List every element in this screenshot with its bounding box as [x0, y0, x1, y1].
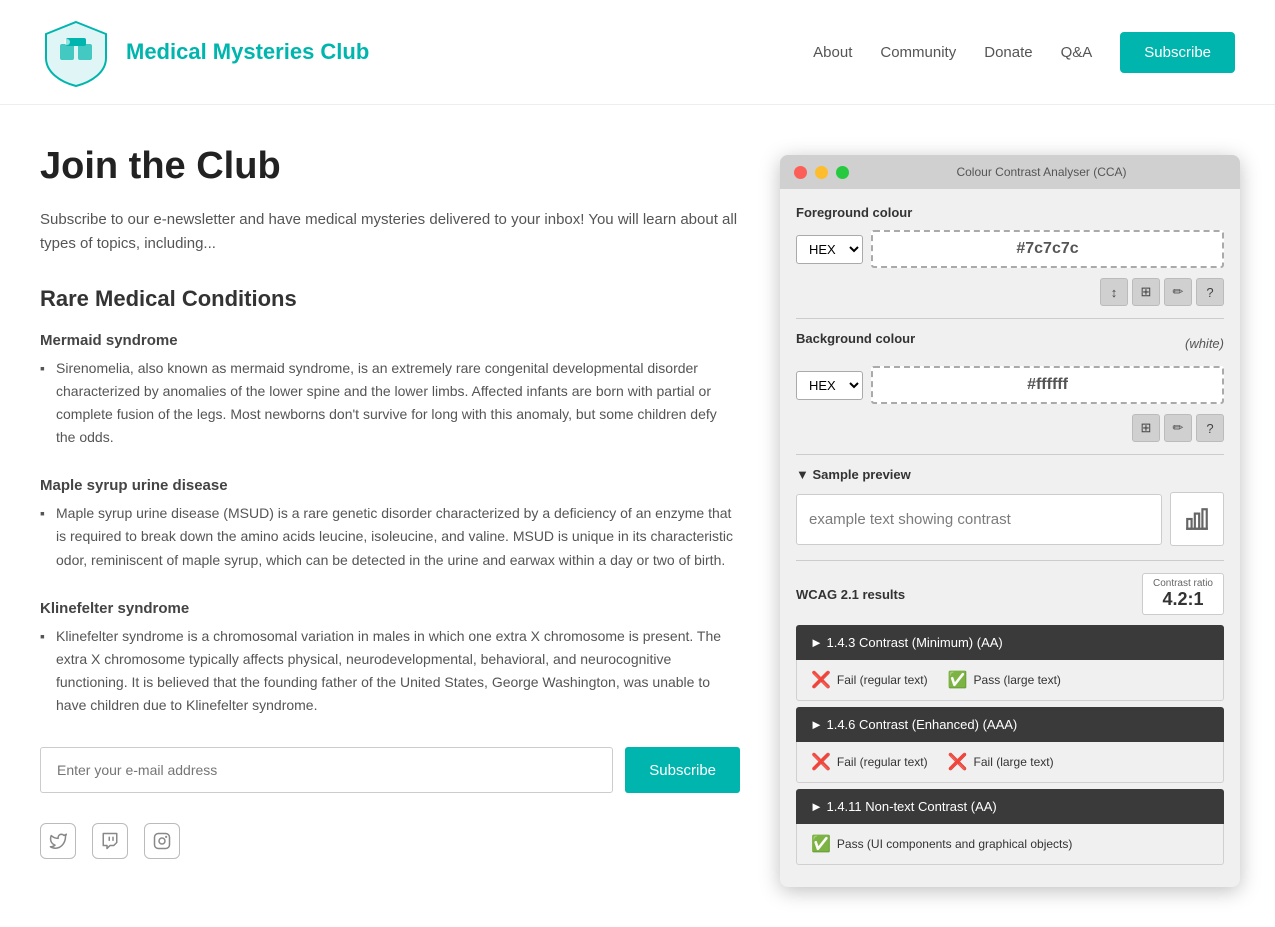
wcag-accordion-title-1: ► 1.4.6 Contrast (Enhanced) (AAA) — [810, 717, 1017, 732]
wcag-accordion-body-0: ❌ Fail (regular text) ✅ Pass (large text… — [796, 660, 1224, 701]
cca-column: Colour Contrast Analyser (CCA) Foregroun… — [780, 145, 1240, 887]
bg-label-row: Background colour (white) — [796, 331, 1224, 356]
logo-icon — [40, 16, 112, 88]
condition-name-1: Maple syrup urine disease — [40, 477, 740, 494]
traffic-light-yellow[interactable] — [815, 166, 828, 179]
condition-desc-2: Klinefelter syndrome is a chromosomal va… — [40, 625, 740, 717]
bg-label: Background colour — [796, 331, 915, 346]
contrast-ratio-value: 4.2:1 — [1162, 589, 1203, 609]
result-text-0-0: Fail (regular text) — [837, 673, 928, 687]
wcag-results-header: WCAG 2.1 results Contrast ratio 4.2:1 — [796, 573, 1224, 615]
wcag-accordion-header-1[interactable]: ► 1.4.6 Contrast (Enhanced) (AAA) — [796, 707, 1224, 742]
bg-format-select[interactable]: HEX RGB HSL — [796, 371, 863, 400]
intro-text: Subscribe to our e-newsletter and have m… — [40, 208, 740, 256]
nav-donate[interactable]: Donate — [984, 44, 1032, 61]
condition-mermaid: Mermaid syndrome Sirenomelia, also known… — [40, 332, 740, 449]
condition-maple: Maple syrup urine disease Maple syrup ur… — [40, 477, 740, 571]
sample-chart-button[interactable] — [1170, 492, 1224, 546]
condition-name-2: Klinefelter syndrome — [40, 600, 740, 617]
fg-tool-icons: ↕ ⊞ ✏ ? — [796, 278, 1224, 306]
wcag-accordion-title-0: ► 1.4.3 Contrast (Minimum) (AA) — [810, 635, 1003, 650]
result-text-1-1: Fail (large text) — [974, 755, 1054, 769]
pass-icon-2-0: ✅ — [811, 834, 831, 854]
wcag-accordion-header-2[interactable]: ► 1.4.11 Non-text Contrast (AA) — [796, 789, 1224, 824]
sample-preview-row: example text showing contrast — [796, 492, 1224, 546]
cca-body: Foreground colour HEX RGB HSL #7c7c7c ↕ … — [780, 189, 1240, 887]
fail-icon-1-0: ❌ — [811, 752, 831, 772]
cca-titlebar: Colour Contrast Analyser (CCA) — [780, 155, 1240, 189]
wcag-accordion-body-1: ❌ Fail (regular text) ❌ Fail (large text… — [796, 742, 1224, 783]
traffic-light-red[interactable] — [794, 166, 807, 179]
twitter-icon[interactable] — [40, 823, 76, 859]
result-item-0-1: ✅ Pass (large text) — [948, 670, 1061, 690]
bg-tool-icons: ⊞ ✏ ? — [796, 414, 1224, 442]
logo-area: Medical Mysteries Club — [40, 16, 369, 88]
condition-name-0: Mermaid syndrome — [40, 332, 740, 349]
result-item-1-0: ❌ Fail (regular text) — [811, 752, 928, 772]
traffic-light-green[interactable] — [836, 166, 849, 179]
fail-icon-1-1: ❌ — [948, 752, 968, 772]
pass-icon-0-1: ✅ — [948, 670, 968, 690]
rare-conditions-heading: Rare Medical Conditions — [40, 286, 740, 312]
result-item-1-1: ❌ Fail (large text) — [948, 752, 1054, 772]
result-text-2-0: Pass (UI components and graphical object… — [837, 837, 1072, 851]
nav-about[interactable]: About — [813, 44, 852, 61]
main-content: Join the Club Subscribe to our e-newslet… — [40, 145, 740, 887]
wcag-accordion-body-2: ✅ Pass (UI components and graphical obje… — [796, 824, 1224, 865]
cca-title: Colour Contrast Analyser (CCA) — [857, 165, 1226, 179]
fail-icon-0-0: ❌ — [811, 670, 831, 690]
email-input[interactable] — [40, 747, 613, 793]
fg-sliders-icon[interactable]: ⊞ — [1132, 278, 1160, 306]
fg-row: HEX RGB HSL #7c7c7c — [796, 230, 1224, 268]
contrast-ratio-box: Contrast ratio 4.2:1 — [1142, 573, 1224, 615]
result-text-1-0: Fail (regular text) — [837, 755, 928, 769]
bg-white-label: (white) — [1185, 336, 1224, 351]
bg-row: HEX RGB HSL #ffffff — [796, 366, 1224, 404]
wcag-accordion-header-0[interactable]: ► 1.4.3 Contrast (Minimum) (AA) — [796, 625, 1224, 660]
result-text-0-1: Pass (large text) — [974, 673, 1061, 687]
sample-text: example text showing contrast — [796, 494, 1162, 545]
site-title: Medical Mysteries Club — [126, 39, 369, 65]
fg-color-value[interactable]: #7c7c7c — [871, 230, 1224, 268]
contrast-ratio-label: Contrast ratio — [1153, 578, 1213, 589]
wcag-label: WCAG 2.1 results — [796, 587, 905, 602]
header-subscribe-button[interactable]: Subscribe — [1120, 32, 1235, 73]
page-heading: Join the Club — [40, 145, 740, 188]
wcag-accordion-0: ► 1.4.3 Contrast (Minimum) (AA) ❌ Fail (… — [796, 625, 1224, 701]
twitch-icon[interactable] — [92, 823, 128, 859]
condition-desc-1: Maple syrup urine disease (MSUD) is a ra… — [40, 502, 740, 571]
email-form: Subscribe — [40, 747, 740, 793]
cca-window: Colour Contrast Analyser (CCA) Foregroun… — [780, 155, 1240, 887]
sample-preview-label: ▼ Sample preview — [796, 467, 1224, 482]
social-icons-row — [40, 823, 740, 859]
wcag-accordion-1: ► 1.4.6 Contrast (Enhanced) (AAA) ❌ Fail… — [796, 707, 1224, 783]
fg-label: Foreground colour — [796, 205, 1224, 220]
fg-format-select[interactable]: HEX RGB HSL — [796, 235, 863, 264]
bg-color-value[interactable]: #ffffff — [871, 366, 1224, 404]
email-subscribe-button[interactable]: Subscribe — [625, 747, 740, 793]
condition-desc-0: Sirenomelia, also known as mermaid syndr… — [40, 357, 740, 449]
bg-help-icon[interactable]: ? — [1196, 414, 1224, 442]
fg-picker-icon[interactable]: ✏ — [1164, 278, 1192, 306]
fg-sort-icon[interactable]: ↕ — [1100, 278, 1128, 306]
instagram-icon[interactable] — [144, 823, 180, 859]
result-item-0-0: ❌ Fail (regular text) — [811, 670, 928, 690]
fg-help-icon[interactable]: ? — [1196, 278, 1224, 306]
bg-sliders-icon[interactable]: ⊞ — [1132, 414, 1160, 442]
main-nav: About Community Donate Q&A Subscribe — [813, 32, 1235, 73]
bg-picker-icon[interactable]: ✏ — [1164, 414, 1192, 442]
nav-qa[interactable]: Q&A — [1061, 44, 1093, 61]
wcag-accordion-title-2: ► 1.4.11 Non-text Contrast (AA) — [810, 799, 997, 814]
wcag-accordion-2: ► 1.4.11 Non-text Contrast (AA) ✅ Pass (… — [796, 789, 1224, 865]
condition-klinefelter: Klinefelter syndrome Klinefelter syndrom… — [40, 600, 740, 717]
nav-community[interactable]: Community — [880, 44, 956, 61]
result-item-2-0: ✅ Pass (UI components and graphical obje… — [811, 834, 1072, 854]
